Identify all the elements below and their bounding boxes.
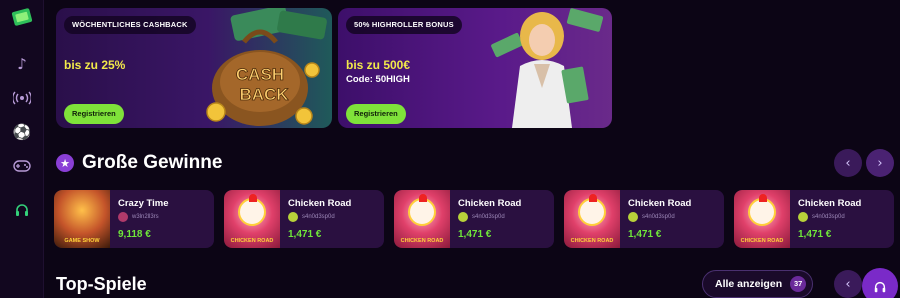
avatar	[798, 212, 808, 222]
winner: s4n0d3sp0d	[798, 212, 845, 222]
register-button[interactable]: Registrieren	[64, 104, 124, 124]
game-thumbnail: CHICKEN ROAD	[224, 190, 280, 248]
win-card[interactable]: CHICKEN ROAD Chicken Road s4n0d3sp0d 1,4…	[394, 190, 554, 248]
winner-name: s4n0d3sp0d	[642, 214, 675, 220]
game-name: Chicken Road	[628, 198, 692, 209]
game-name: Chicken Road	[458, 198, 522, 209]
music-icon[interactable]: ♪	[10, 52, 34, 76]
thumb-label: CHICKEN ROAD	[400, 238, 444, 244]
support-button[interactable]	[862, 268, 898, 298]
app-root: ♪ ⚽ WÖCHENTLICHES CASHBACK bis zu 25% Re…	[0, 0, 900, 298]
winner-name: s4n0d3sp0d	[302, 214, 335, 220]
win-amount: 9,118 €	[118, 229, 151, 240]
avatar	[118, 212, 128, 222]
banner-tag: WÖCHENTLICHES CASHBACK	[64, 16, 196, 34]
chicken-icon	[408, 194, 436, 226]
avatar	[288, 212, 298, 222]
win-card[interactable]: CHICKEN ROAD Chicken Road s4n0d3sp0d 1,4…	[224, 190, 384, 248]
cashback-bag-illustration: CASH BACK	[192, 8, 332, 128]
show-all-label: Alle anzeigen	[715, 278, 783, 290]
game-thumbnail: CHICKEN ROAD	[394, 190, 450, 248]
win-amount: 1,471 €	[798, 229, 832, 240]
sidebar: ♪ ⚽	[0, 0, 44, 298]
win-amount: 1,471 €	[288, 229, 322, 240]
headset-sidebar-icon[interactable]	[10, 198, 34, 222]
next-button[interactable]: ›	[866, 149, 894, 177]
count-badge: 37	[790, 276, 807, 292]
winner: s4n0d3sp0d	[458, 212, 505, 222]
winner: s4n0d3sp0d	[288, 212, 335, 222]
big-wins-heading: ★ Große Gewinne	[56, 152, 222, 174]
thumb-label: CHICKEN ROAD	[230, 238, 274, 244]
prev-button[interactable]: ‹	[834, 149, 862, 177]
highroller-woman-illustration	[472, 8, 612, 128]
banner-tag: 50% HIGHROLLER BONUS	[346, 16, 462, 34]
win-amount: 1,471 €	[628, 229, 662, 240]
banner-amount: bis zu 500€	[346, 58, 411, 72]
headset-icon	[874, 281, 886, 293]
win-card[interactable]: GAME SHOW Crazy Time w3ln2ll3rs 9,118 €	[54, 190, 214, 248]
cash-art-text: CASH	[236, 65, 284, 84]
top-games-title: Top-Spiele	[56, 274, 147, 294]
gamepad-icon[interactable]	[10, 154, 34, 178]
game-name: Chicken Road	[798, 198, 862, 209]
casino-logo-icon[interactable]	[9, 4, 35, 30]
thumb-label: GAME SHOW	[64, 238, 100, 244]
cashback-banner[interactable]: WÖCHENTLICHES CASHBACK bis zu 25% Regist…	[56, 8, 332, 128]
promo-code: Code: 50HIGH	[346, 74, 410, 85]
banner-amount: bis zu 25%	[64, 58, 126, 72]
show-all-button[interactable]: Alle anzeigen 37	[702, 270, 814, 298]
game-name: Crazy Time	[118, 198, 169, 209]
winner-name: s4n0d3sp0d	[472, 214, 505, 220]
chicken-icon	[238, 194, 266, 226]
prev-button[interactable]: ‹	[834, 270, 862, 298]
soccer-ball-icon[interactable]: ⚽	[10, 120, 34, 144]
avatar	[628, 212, 638, 222]
highroller-banner[interactable]: 50% HIGHROLLER BONUS bis zu 500€ Code: 5…	[338, 8, 612, 128]
game-name: Chicken Road	[288, 198, 352, 209]
big-wins-title: Große Gewinne	[82, 152, 223, 173]
winner-name: s4n0d3sp0d	[812, 214, 845, 220]
thumb-label: CHICKEN ROAD	[570, 238, 614, 244]
winner: w3ln2ll3rs	[118, 212, 159, 222]
winner-name: w3ln2ll3rs	[132, 214, 159, 220]
chicken-icon	[578, 194, 606, 226]
chevron-left-icon: ‹	[845, 155, 851, 171]
win-card[interactable]: CHICKEN ROAD Chicken Road s4n0d3sp0d 1,4…	[564, 190, 724, 248]
game-thumbnail: GAME SHOW	[54, 190, 110, 248]
back-art-text: BACK	[239, 85, 289, 104]
star-badge-icon: ★	[56, 154, 74, 172]
game-thumbnail: CHICKEN ROAD	[564, 190, 620, 248]
chevron-left-icon: ‹	[845, 276, 851, 292]
winner: s4n0d3sp0d	[628, 212, 675, 222]
register-button[interactable]: Registrieren	[346, 104, 406, 124]
win-amount: 1,471 €	[458, 229, 492, 240]
chevron-right-icon: ›	[877, 155, 883, 171]
game-thumbnail: CHICKEN ROAD	[734, 190, 790, 248]
thumb-label: CHICKEN ROAD	[740, 238, 784, 244]
avatar	[458, 212, 468, 222]
live-broadcast-icon[interactable]	[10, 86, 34, 110]
win-card[interactable]: CHICKEN ROAD Chicken Road s4n0d3sp0d 1,4…	[734, 190, 894, 248]
chicken-icon	[748, 194, 776, 226]
